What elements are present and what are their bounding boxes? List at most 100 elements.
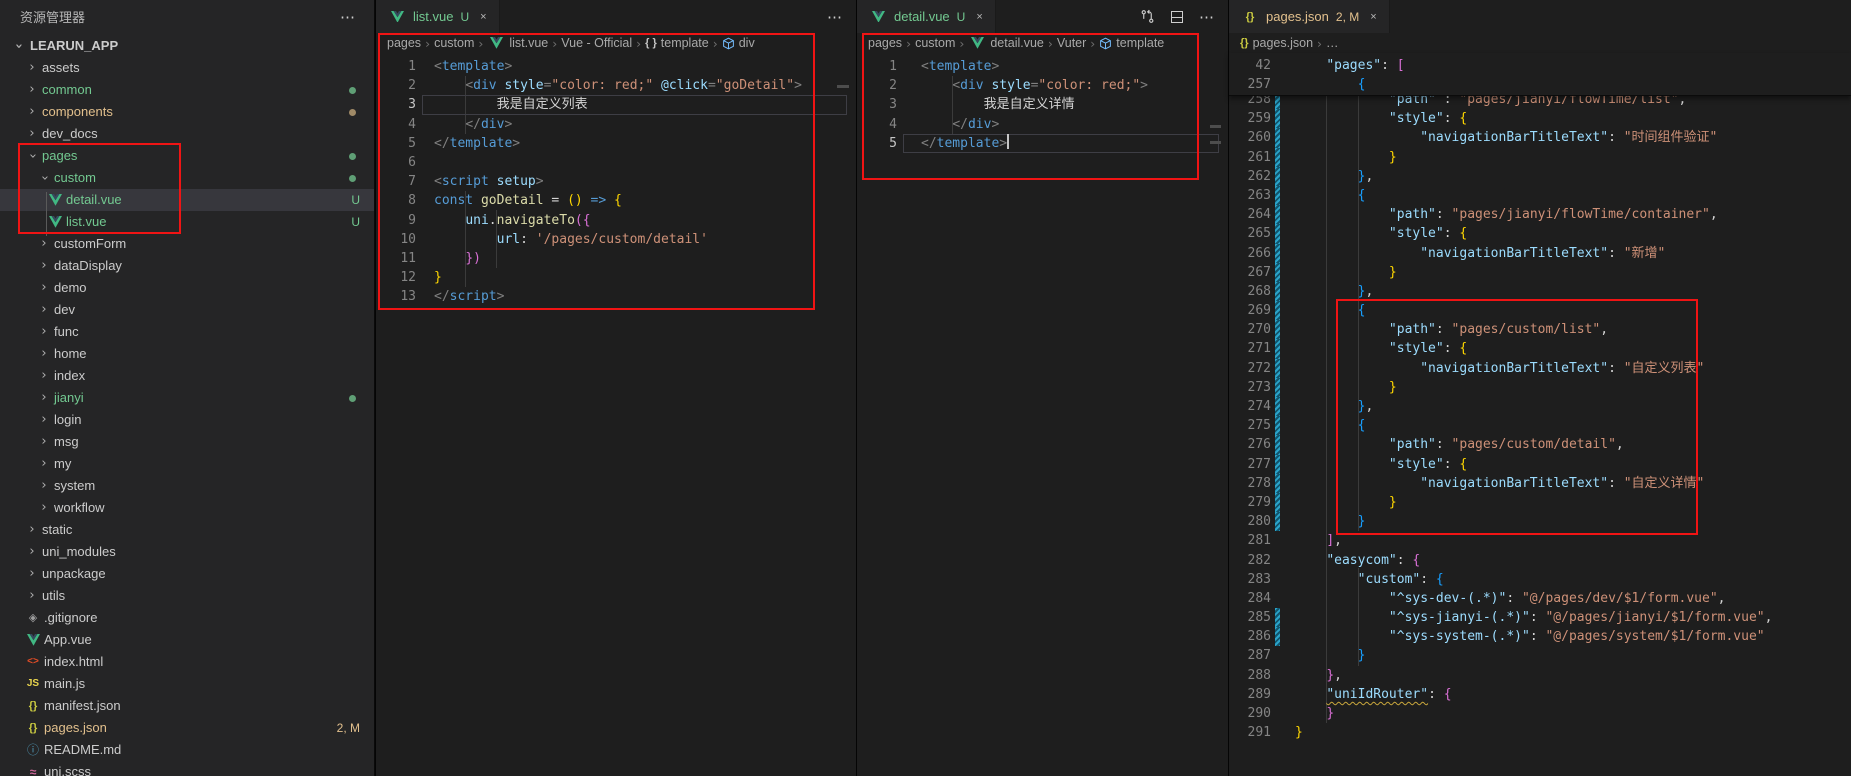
tree-item-dataDisplay[interactable]: ›dataDisplay (0, 255, 374, 277)
file-item-pages.json[interactable]: {}pages.json2, M (0, 717, 374, 739)
code-line[interactable]: 259 "style": { (1229, 109, 1851, 128)
compare-icon[interactable] (1140, 9, 1155, 24)
more-icon[interactable]: ⋯ (827, 8, 843, 26)
code-line[interactable]: 277 "style": { (1229, 455, 1851, 474)
code-line[interactable]: 4 </div> (857, 115, 1225, 134)
code-line[interactable]: 269 { (1229, 301, 1851, 320)
code-line[interactable]: 4 </div> (376, 115, 853, 134)
code-line[interactable]: 261 } (1229, 148, 1851, 167)
code-line[interactable]: 42 "pages": [ (1229, 56, 1851, 75)
code-line[interactable]: 265 "style": { (1229, 224, 1851, 243)
code-line[interactable]: 279 } (1229, 493, 1851, 512)
code-line[interactable]: 10 url: '/pages/custom/detail' (376, 230, 853, 249)
code-line[interactable]: 272 "navigationBarTitleText": "自定义列表" (1229, 359, 1851, 378)
tree-item-common[interactable]: ›common (0, 79, 374, 101)
tree-item-custom[interactable]: ›custom (0, 167, 374, 189)
breadcrumb-item[interactable]: custom (434, 36, 474, 50)
tree-item-msg[interactable]: ›msg (0, 431, 374, 453)
file-item-index.html[interactable]: <>index.html (0, 651, 374, 673)
code-line[interactable]: 271 "style": { (1229, 339, 1851, 358)
file-item-App.vue[interactable]: App.vue (0, 629, 374, 651)
code-line[interactable]: 287 } (1229, 646, 1851, 665)
code-line[interactable]: 288 }, (1229, 666, 1851, 685)
code-line[interactable]: 284 "^sys-dev-(.*)": "@/pages/dev/$1/for… (1229, 589, 1851, 608)
code-line[interactable]: 264 "path": "pages/jianyi/flowTime/conta… (1229, 205, 1851, 224)
tree-item-my[interactable]: ›my (0, 453, 374, 475)
code-line[interactable]: 1<template> (376, 57, 853, 76)
code-line[interactable]: 280 } (1229, 512, 1851, 531)
file-item-detail.vue[interactable]: detail.vueU (0, 189, 374, 211)
tree-item-home[interactable]: ›home (0, 343, 374, 365)
explorer-more-icon[interactable]: ⋯ (340, 0, 356, 35)
file-item-manifest.json[interactable]: {}manifest.json (0, 695, 374, 717)
code-line[interactable]: 283 "custom": { (1229, 570, 1851, 589)
breadcrumb-item[interactable]: pages (387, 36, 421, 50)
code-line[interactable]: 266 "navigationBarTitleText": "新增" (1229, 244, 1851, 263)
code-line[interactable]: 262 }, (1229, 167, 1851, 186)
code-line[interactable]: 268 }, (1229, 282, 1851, 301)
code-line[interactable]: 13</script> (376, 287, 853, 306)
breadcrumb[interactable]: pages›custom›detail.vue›Vuter›template (857, 33, 1225, 53)
split-icon[interactable] (1171, 11, 1183, 23)
code-line[interactable]: 275 { (1229, 416, 1851, 435)
breadcrumb-item[interactable]: Vue - Official (561, 36, 632, 50)
file-item-list.vue[interactable]: list.vueU (0, 211, 374, 233)
code-line[interactable]: 3 我是自定义列表 (376, 95, 853, 114)
breadcrumb-item[interactable]: div (739, 36, 755, 50)
code-line[interactable]: 267 } (1229, 263, 1851, 282)
explorer-root-folder[interactable]: › LEARUN_APP (0, 35, 374, 57)
tree-item-unpackage[interactable]: ›unpackage (0, 563, 374, 585)
code-line[interactable]: 5</template> (857, 134, 1225, 153)
code-line[interactable]: 273 } (1229, 378, 1851, 397)
code-line[interactable]: 2 <div style="color: red;"> (857, 76, 1225, 95)
breadcrumb[interactable]: {}pages.json›… (1229, 33, 1851, 53)
code-line[interactable]: 291} (1229, 723, 1851, 742)
file-item-uni.scss[interactable]: ≈uni.scss (0, 761, 374, 776)
breadcrumb-item[interactable]: pages.json (1253, 36, 1313, 50)
code-line[interactable]: 8const goDetail = () => { (376, 191, 853, 210)
code-line[interactable]: 3 我是自定义详情 (857, 95, 1225, 114)
code-line[interactable]: 2 <div style="color: red;" @click="goDet… (376, 76, 853, 95)
tree-item-func[interactable]: ›func (0, 321, 374, 343)
tree-item-utils[interactable]: ›utils (0, 585, 374, 607)
code-line[interactable]: 7<script setup> (376, 172, 853, 191)
file-item-README.md[interactable]: ⓘREADME.md (0, 739, 374, 761)
breadcrumb-item[interactable]: list.vue (509, 36, 548, 50)
breadcrumb-item[interactable]: … (1326, 36, 1339, 50)
code-line[interactable]: 270 "path": "pages/custom/list", (1229, 320, 1851, 339)
breadcrumb-item[interactable]: detail.vue (990, 36, 1044, 50)
tree-item-pages[interactable]: ›pages (0, 145, 374, 167)
code-line[interactable]: 286 "^sys-system-(.*)": "@/pages/system/… (1229, 627, 1851, 646)
code-line[interactable]: 289 "uniIdRouter": { (1229, 685, 1851, 704)
code-line[interactable]: 290 } (1229, 704, 1851, 723)
code-line[interactable]: 11 }) (376, 249, 853, 268)
code-line[interactable]: 6 (376, 153, 853, 172)
breadcrumb-item[interactable]: template (661, 36, 709, 50)
breadcrumb-item[interactable]: Vuter (1057, 36, 1086, 50)
close-icon[interactable]: × (976, 11, 982, 23)
code-line[interactable]: 278 "navigationBarTitleText": "自定义详情" (1229, 474, 1851, 493)
code-line[interactable]: 285 "^sys-jianyi-(.*)": "@/pages/jianyi/… (1229, 608, 1851, 627)
tree-item-workflow[interactable]: ›workflow (0, 497, 374, 519)
file-item-.gitignore[interactable]: ◈.gitignore (0, 607, 374, 629)
tree-item-demo[interactable]: ›demo (0, 277, 374, 299)
code-line[interactable]: 263 { (1229, 186, 1851, 205)
tree-item-dev[interactable]: ›dev (0, 299, 374, 321)
breadcrumb-item[interactable]: custom (915, 36, 955, 50)
tab-pages-json[interactable]: {}pages.json2, M× (1229, 0, 1390, 33)
code-editor[interactable]: 1<template>2 <div style="color: red;">3 … (857, 53, 1225, 776)
close-icon[interactable]: × (1370, 11, 1376, 23)
code-line[interactable]: 276 "path": "pages/custom/detail", (1229, 435, 1851, 454)
tree-item-uni_modules[interactable]: ›uni_modules (0, 541, 374, 563)
close-icon[interactable]: × (480, 11, 486, 23)
breadcrumb[interactable]: pages›custom›list.vue›Vue - Official›{ }… (376, 33, 853, 53)
tree-item-system[interactable]: ›system (0, 475, 374, 497)
file-item-main.js[interactable]: JSmain.js (0, 673, 374, 695)
tree-item-customForm[interactable]: ›customForm (0, 233, 374, 255)
tree-item-index[interactable]: ›index (0, 365, 374, 387)
code-line[interactable]: 9 uni.navigateTo({ (376, 211, 853, 230)
tree-item-components[interactable]: ›components (0, 101, 374, 123)
tree-item-static[interactable]: ›static (0, 519, 374, 541)
code-editor[interactable]: 1<template>2 <div style="color: red;" @c… (376, 53, 853, 776)
tree-item-dev_docs[interactable]: ›dev_docs (0, 123, 374, 145)
